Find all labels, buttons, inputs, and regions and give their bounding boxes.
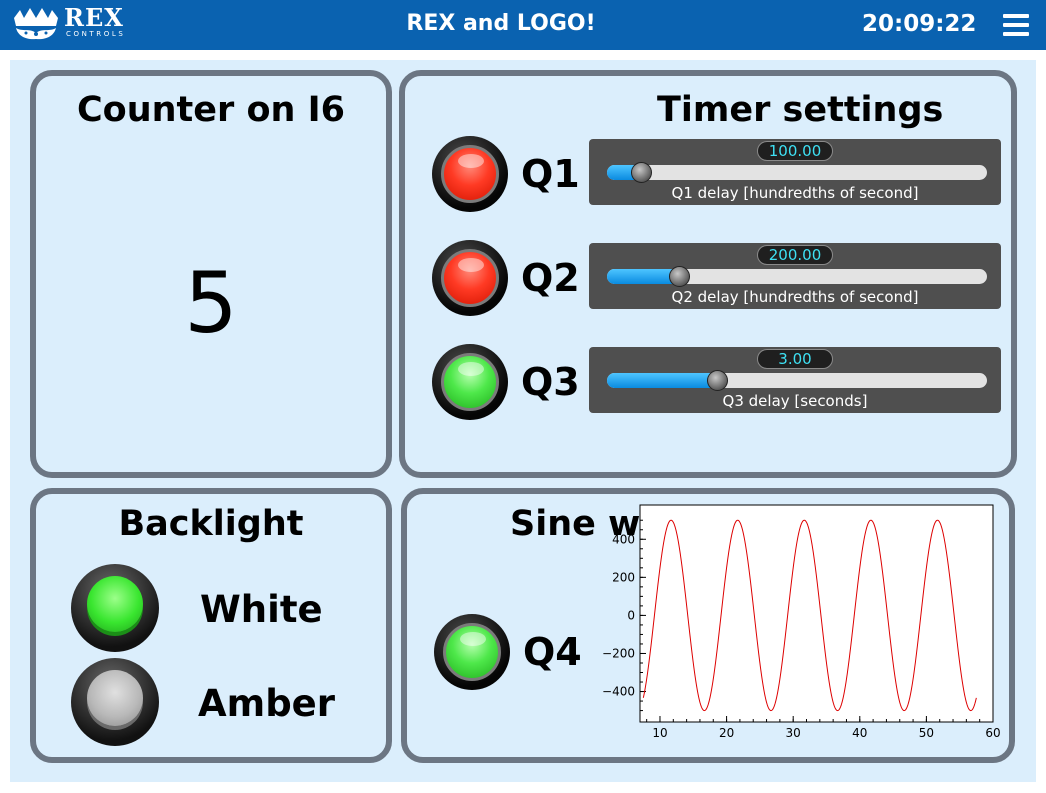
chart-x-ticks: 10 20 30 40 50 60 [652, 726, 1000, 740]
chart-y-tick-label: −200 [602, 646, 635, 660]
chart-x-tick-label: 60 [985, 726, 1000, 740]
chart-y-tick-label: 0 [627, 608, 635, 622]
q3-led-indicator [432, 344, 508, 420]
q2-delay-slider-track[interactable] [607, 266, 987, 287]
q1-led-indicator [432, 136, 508, 212]
q1-delay-value[interactable]: 100.00 [757, 141, 833, 161]
q3-delay-value[interactable]: 3.00 [757, 349, 833, 369]
q2-delay-value[interactable]: 200.00 [757, 245, 833, 265]
q1-delay-slider-track[interactable] [607, 162, 987, 183]
q2-led-indicator [432, 240, 508, 316]
chart-axes [639, 504, 994, 723]
amber-backlight-button[interactable] [71, 658, 159, 746]
header-bar: REX CONTROLS REX and LOGO! 20:09:22 [0, 0, 1046, 50]
q3-delay-slider-track[interactable] [607, 370, 987, 391]
chart-y-tick-label: −400 [602, 685, 635, 699]
q4-label: Q4 [523, 630, 582, 674]
q2-label: Q2 [521, 256, 580, 300]
q3-delay-slider-fill [607, 373, 718, 388]
chart-y-tick-label: 200 [612, 570, 635, 584]
counter-panel: Counter on I6 5 [30, 70, 392, 478]
chart-x-tick-label: 10 [652, 726, 667, 740]
chart-plot-area [639, 504, 994, 723]
sine-wave-chart: 400 200 0 −200 −400 10 20 30 40 50 60 [602, 504, 1001, 740]
timer-panel-title: Timer settings [657, 90, 944, 130]
hamburger-menu-icon[interactable] [1003, 14, 1029, 36]
counter-value: 5 [184, 254, 238, 352]
backlight-panel-title: Backlight [118, 504, 304, 544]
q3-delay-caption: Q3 delay [seconds] [722, 392, 868, 410]
white-backlight-button[interactable] [71, 564, 159, 652]
white-backlight-label: White [200, 588, 323, 631]
q1-delay-slider-box: 100.00 Q1 delay [hundredths of second] [589, 139, 1001, 205]
q3-label: Q3 [521, 360, 580, 404]
q1-label: Q1 [521, 152, 580, 196]
q1-delay-caption: Q1 delay [hundredths of second] [671, 184, 919, 202]
amber-backlight-label: Amber [198, 682, 336, 725]
q1-delay-slider-thumb[interactable] [631, 162, 653, 183]
q4-led-indicator [434, 614, 510, 690]
q2-delay-slider-box: 200.00 Q2 delay [hundredths of second] [589, 243, 1001, 309]
q2-delay-caption: Q2 delay [hundredths of second] [671, 288, 919, 306]
q3-delay-slider-box: 3.00 Q3 delay [seconds] [589, 347, 1001, 413]
chart-x-tick-label: 30 [786, 726, 801, 740]
chart-x-tick-label: 50 [919, 726, 934, 740]
backlight-panel: Backlight White Amber [30, 488, 392, 763]
app-title: REX and LOGO! [406, 11, 596, 36]
q2-delay-slider-thumb[interactable] [669, 266, 691, 287]
clock-display: 20:09:22 [862, 11, 977, 37]
chart-x-tick-label: 40 [852, 726, 867, 740]
chart-y-ticks: 400 200 0 −200 −400 [602, 532, 635, 698]
counter-panel-title: Counter on I6 [76, 90, 345, 130]
timer-panel: Timer settings Q1 100.00 Q1 delay [hundr… [399, 70, 1017, 478]
chart-x-tick-label: 20 [719, 726, 734, 740]
chart-y-tick-label: 400 [612, 532, 635, 546]
q3-delay-slider-thumb[interactable] [707, 370, 729, 391]
app-root: REX CONTROLS REX and LOGO! 20:09:22 Coun… [0, 0, 1046, 793]
